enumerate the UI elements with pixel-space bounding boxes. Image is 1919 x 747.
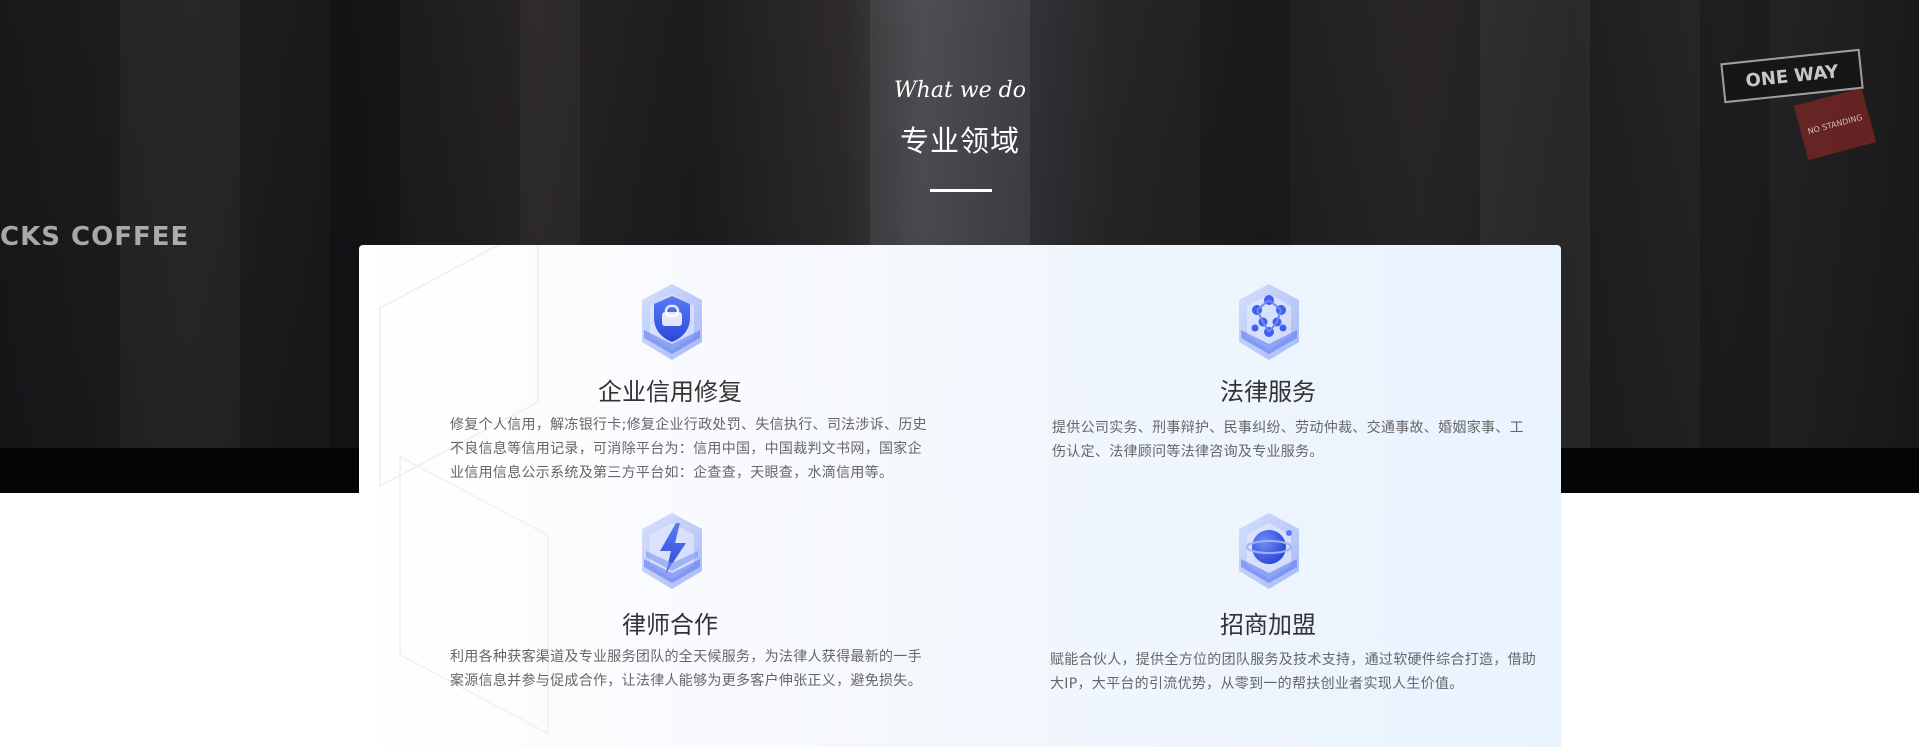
service-description: 修复个人信用，解冻银行卡;修复企业行政处罚、失信执行、司法涉诉、历史不良信息等信…	[450, 417, 927, 481]
coffee-shop-sign: CKS COFFEE	[0, 222, 190, 252]
service-title: 企业信用修复	[598, 378, 742, 406]
service-title: 招商加盟	[1220, 611, 1316, 639]
service-title: 法律服务	[1220, 378, 1316, 406]
service-description: 利用各种获客渠道及专业服务团队的全天候服务，为法律人获得最新的一手案源信息并参与…	[450, 649, 922, 689]
section-title: 专业领域	[899, 124, 1020, 158]
section-subtitle: What we do	[894, 78, 1026, 103]
network-cube-icon	[1237, 282, 1301, 364]
lightning-cube-icon	[640, 511, 704, 593]
globe-cube-icon	[1237, 511, 1301, 593]
no-standing-sign: NO STANDING	[1793, 87, 1877, 161]
service-description: 赋能合伙人，提供全方位的团队服务及技术支持，通过软硬件综合打造，借助大IP，大平…	[1050, 652, 1537, 692]
title-underline	[930, 189, 992, 192]
service-description: 提供公司实务、刑事辩护、民事纠纷、劳动仲裁、交通事故、婚姻家事、工伤认定、法律顾…	[1052, 420, 1524, 460]
shield-cube-icon	[640, 282, 704, 364]
service-title: 律师合作	[622, 611, 718, 639]
